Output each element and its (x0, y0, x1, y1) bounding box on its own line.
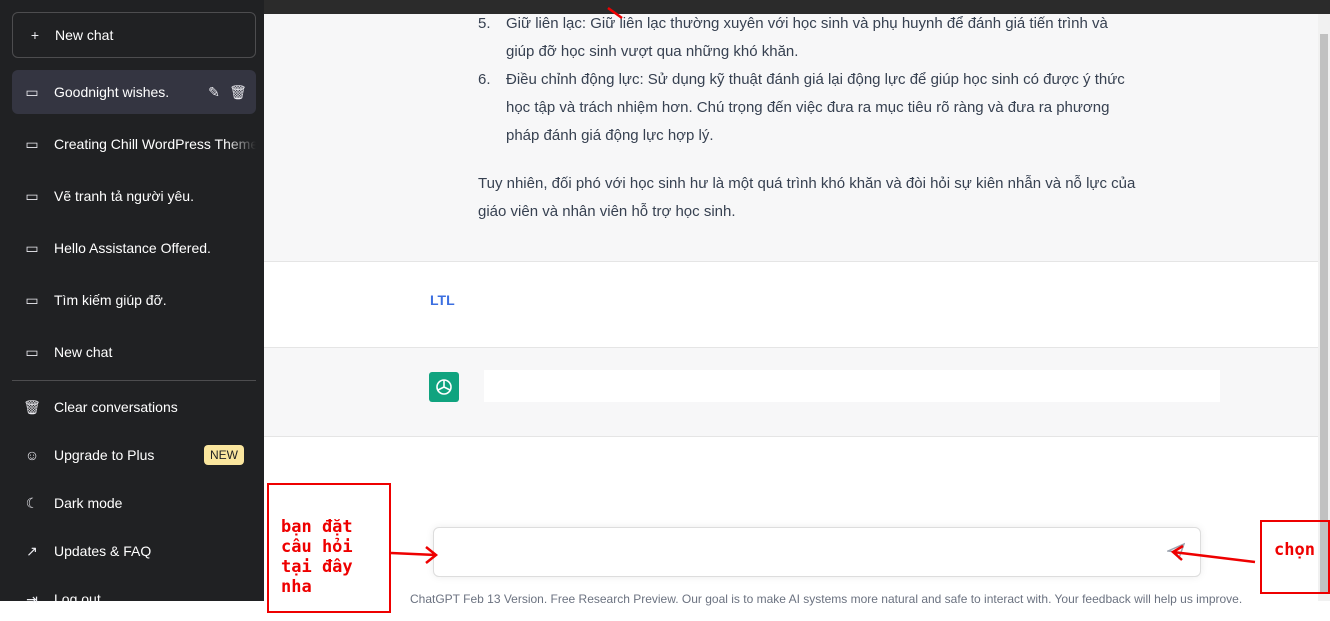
annotation-arrows (390, 6, 1256, 564)
arrow-to-send (1170, 544, 1256, 564)
arrow-to-input (390, 546, 439, 564)
toolbar-mark (607, 6, 623, 20)
